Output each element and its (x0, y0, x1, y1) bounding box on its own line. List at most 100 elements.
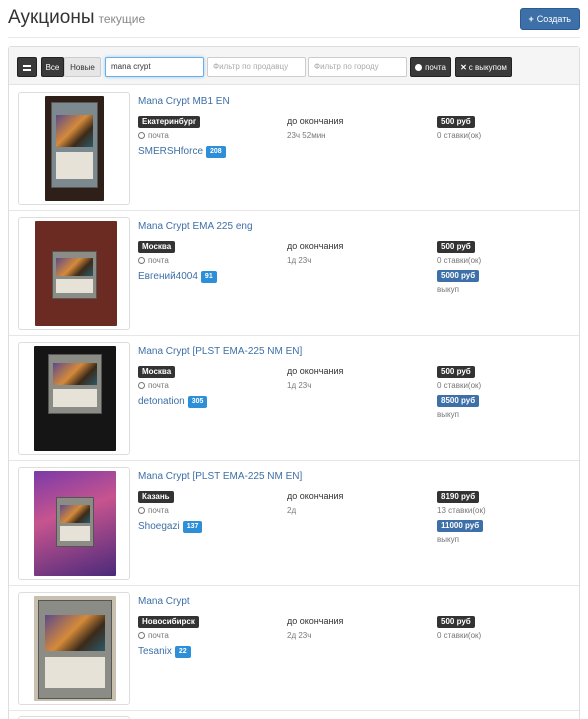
check-circle-icon (415, 64, 423, 71)
lot-thumbnail[interactable] (18, 217, 130, 330)
filter-new-button[interactable]: Новые (64, 57, 101, 77)
lot-thumbnail[interactable] (18, 592, 130, 705)
time-left: 23ч 52мин (287, 131, 326, 140)
plus-icon: + (528, 14, 534, 24)
delivery-info: почта (138, 131, 169, 140)
time-left: 1д 23ч (287, 381, 312, 390)
seller-rating-badge: 22 (174, 646, 191, 658)
delivery-label: почта (148, 131, 169, 140)
seller-rating-badge: 137 (182, 521, 203, 533)
seller-filter-input[interactable]: Фильтр по продавцу (207, 57, 306, 77)
seller-name: Tesanix (138, 646, 172, 657)
seller-link[interactable]: Евгений4004 91 (138, 271, 217, 283)
bid-count: 0 ставки(ок) (437, 631, 482, 640)
seller-rating-badge: 305 (187, 396, 208, 408)
delivery-label: почта (148, 381, 169, 390)
time-left: 2д 23ч (287, 631, 312, 640)
list-icon (23, 65, 31, 71)
lot-title-link[interactable]: Mana Crypt EMA 225 eng (138, 221, 253, 232)
card-image (38, 600, 112, 699)
lot-thumbnail[interactable] (18, 342, 130, 455)
seller-link[interactable]: Shoegazi 137 (138, 521, 203, 533)
card-image (56, 497, 94, 547)
buyout-price: 5000 руб (437, 270, 480, 282)
buyout-filter-button[interactable]: ✕ с выкупом (455, 57, 512, 77)
lot-title-link[interactable]: Mana Crypt [PLST EMA-225 NM EN] (138, 471, 302, 482)
city-filter-input[interactable]: Фильтр по городу (308, 57, 407, 77)
ends-label: до окончания (287, 366, 344, 376)
current-price: 500 руб (437, 366, 475, 378)
lot-photo (45, 96, 104, 201)
ends-label: до окончания (287, 491, 344, 501)
mail-icon (138, 257, 145, 264)
lot-title-link[interactable]: Mana Crypt (138, 596, 190, 607)
lot-row: Mana Crypt MB1 EN Екатеринбург почта SME… (9, 86, 579, 211)
seller-link[interactable]: Tesanix 22 (138, 646, 191, 658)
lot-photo (34, 471, 116, 576)
seller-name: SMERSHforce (138, 146, 204, 157)
ends-label: до окончания (287, 616, 344, 626)
lot-row: Mana Crypt Новосибирск почта Tesanix 22 д… (9, 586, 579, 711)
seller-rating-badge: 208 (206, 146, 226, 158)
lot-row: Mana Crypt [PLST EMA-225 NM EN] Казань п… (9, 461, 579, 586)
bid-count: 13 ставки(ок) (437, 506, 486, 515)
mail-icon (138, 632, 145, 639)
card-image (51, 102, 98, 188)
card-image (52, 251, 97, 299)
ends-label: до окончания (287, 116, 344, 126)
seller-rating-badge: 91 (200, 271, 217, 283)
filter-all-label: Все (45, 63, 60, 72)
lot-photo (34, 596, 116, 701)
mail-icon (138, 382, 145, 389)
create-button[interactable]: + Создать (519, 8, 580, 30)
time-left: 1д 23ч (287, 256, 312, 265)
page-header: Аукционы текущие + Создать (8, 5, 580, 37)
mail-icon (138, 132, 145, 139)
city-label: Москва (138, 241, 176, 253)
lot-thumbnail[interactable] (18, 92, 130, 205)
seller-name: Евгений4004 (138, 271, 198, 282)
header-divider (8, 37, 580, 38)
city-label: Екатеринбург (138, 116, 201, 128)
buyout-filter-label: с выкупом (468, 63, 507, 72)
current-price: 500 руб (437, 616, 475, 628)
lot-row: Mana Crypt [PLST EMA-225 NM EN] Москва п… (9, 336, 579, 461)
ends-label: до окончания (287, 241, 344, 251)
filter-new-label: Новые (70, 63, 95, 72)
lot-row: Mana Crypt EMA 225 eng Москва почта Евге… (9, 211, 579, 336)
page-title: Аукционы текущие (8, 7, 145, 29)
search-input[interactable]: mana crypt (105, 57, 204, 77)
mail-filter-label: почта (425, 63, 446, 72)
current-price: 500 руб (437, 116, 475, 128)
close-icon: ✕ (460, 63, 467, 72)
create-button-label: Создать (536, 14, 571, 24)
lot-title-link[interactable]: Mana Crypt [PLST EMA-225 NM EN] (138, 346, 302, 357)
seller-link[interactable]: detonation 305 (138, 396, 208, 408)
delivery-info: почта (138, 506, 169, 515)
page-title-text: Аукционы (8, 7, 95, 28)
buyout-label: выкуп (437, 535, 459, 544)
time-left: 2д (287, 506, 297, 515)
seller-link[interactable]: SMERSHforce 208 (138, 146, 226, 158)
lot-title-link[interactable]: Mana Crypt MB1 EN (138, 96, 230, 107)
bid-count: 0 ставки(ок) (437, 381, 482, 390)
mail-filter-button[interactable]: почта (410, 57, 451, 77)
city-label: Москва (138, 366, 176, 378)
delivery-label: почта (148, 506, 169, 515)
filter-all-button[interactable]: Все (41, 57, 64, 77)
delivery-info: почта (138, 256, 169, 265)
page-subtitle: текущие (98, 12, 146, 26)
seller-name: detonation (138, 396, 185, 407)
current-price: 8190 руб (437, 491, 480, 503)
delivery-label: почта (148, 256, 169, 265)
list-view-button[interactable] (17, 57, 37, 77)
current-price: 500 руб (437, 241, 475, 253)
lot-photo (34, 346, 116, 451)
mail-icon (138, 507, 145, 514)
delivery-info: почта (138, 381, 169, 390)
card-image (48, 354, 102, 414)
lot-thumbnail[interactable] (18, 467, 130, 580)
buyout-label: выкуп (437, 285, 459, 294)
bid-count: 0 ставки(ок) (437, 131, 482, 140)
delivery-info: почта (138, 631, 169, 640)
